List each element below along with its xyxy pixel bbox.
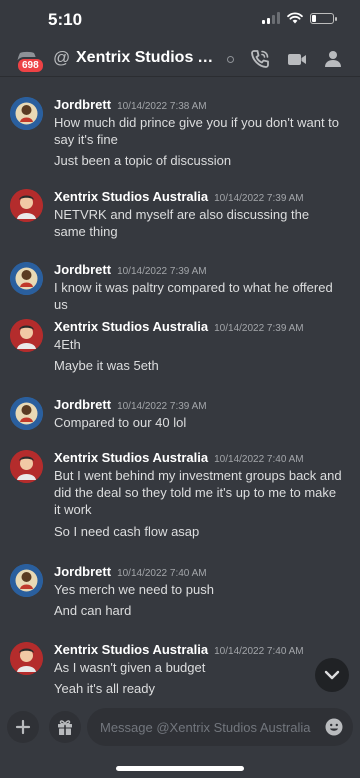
avatar[interactable]: [10, 397, 43, 430]
jump-to-latest-button[interactable]: [315, 658, 349, 692]
offline-status-icon: [227, 56, 234, 63]
message-text[interactable]: Just been a topic of discussion: [54, 152, 344, 169]
message-timestamp: 10/14/2022 7:40 AM: [214, 646, 304, 657]
add-attachment-button[interactable]: [7, 711, 39, 743]
avatar[interactable]: [10, 189, 43, 222]
message-text[interactable]: Yes merch we need to push: [54, 581, 344, 598]
status-time: 5:10: [48, 10, 83, 29]
avatar[interactable]: [10, 97, 43, 130]
message-author[interactable]: Jordbrett 10/14/2022 7:39 AM: [54, 262, 207, 277]
message-timestamp: 10/14/2022 7:39 AM: [214, 323, 304, 334]
wifi-icon: [287, 12, 303, 24]
message-input[interactable]: [87, 708, 353, 746]
message-text[interactable]: But I went behind my investment groups b…: [54, 467, 344, 518]
message-author[interactable]: Jordbrett 10/14/2022 7:38 AM: [54, 97, 207, 112]
message-text[interactable]: How much did prince give you if you don'…: [54, 114, 344, 148]
message-text[interactable]: As I wasn't given a budget: [54, 659, 344, 676]
at-icon: @: [53, 48, 71, 67]
plus-icon: [15, 719, 31, 735]
gift-button[interactable]: [49, 711, 81, 743]
message-text[interactable]: Yeah it's all ready: [54, 680, 344, 697]
status-bar: 5:10: [0, 0, 360, 44]
conversation-title[interactable]: Xentrix Studios Aus...: [76, 49, 224, 67]
avatar[interactable]: [10, 450, 43, 483]
message-text[interactable]: 4Eth: [54, 336, 344, 353]
message-author[interactable]: Xentrix Studios Australia 10/14/2022 7:39…: [54, 189, 304, 204]
cellular-signal-icon: [262, 12, 280, 24]
message-author[interactable]: Xentrix Studios Australia 10/14/2022 7:39…: [54, 319, 304, 334]
chevron-down-icon: [324, 670, 340, 680]
battery-icon: [310, 12, 337, 24]
message-timestamp: 10/14/2022 7:39 AM: [117, 266, 207, 277]
avatar[interactable]: [10, 564, 43, 597]
member-list-icon[interactable]: [322, 48, 344, 70]
message-timestamp: 10/14/2022 7:40 AM: [117, 568, 207, 579]
avatar[interactable]: [10, 262, 43, 295]
dm-header: 698 @ Xentrix Studios Aus...: [0, 44, 360, 77]
message-text[interactable]: Maybe it was 5eth: [54, 357, 344, 374]
avatar[interactable]: [10, 642, 43, 675]
message-author[interactable]: Jordbrett 10/14/2022 7:40 AM: [54, 564, 207, 579]
unread-badge: 698: [16, 57, 45, 74]
message-author[interactable]: Xentrix Studios Australia 10/14/2022 7:40…: [54, 450, 304, 465]
message-author[interactable]: Jordbrett 10/14/2022 7:39 AM: [54, 397, 207, 412]
message-timestamp: 10/14/2022 7:39 AM: [214, 193, 304, 204]
message-text[interactable]: So I need cash flow asap: [54, 523, 344, 540]
message-text[interactable]: NETVRK and myself are also discussing th…: [54, 206, 344, 240]
message-text[interactable]: Compared to our 40 lol: [54, 414, 344, 431]
phone-call-icon[interactable]: [249, 48, 271, 70]
message-list[interactable]: Jordbrett 10/14/2022 7:38 AM How much did…: [0, 77, 360, 705]
home-indicator[interactable]: [116, 766, 244, 771]
message-text[interactable]: I know it was paltry compared to what he…: [54, 279, 344, 313]
gift-icon: [58, 720, 72, 735]
message-timestamp: 10/14/2022 7:39 AM: [117, 401, 207, 412]
message-text[interactable]: And can hard: [54, 602, 344, 619]
message-timestamp: 10/14/2022 7:38 AM: [117, 101, 207, 112]
message-author[interactable]: Xentrix Studios Australia 10/14/2022 7:40…: [54, 642, 304, 657]
message-timestamp: 10/14/2022 7:40 AM: [214, 454, 304, 465]
avatar[interactable]: [10, 319, 43, 352]
system-icons: [262, 12, 337, 24]
emoji-icon[interactable]: [325, 718, 343, 736]
video-camera-icon[interactable]: [286, 48, 308, 70]
